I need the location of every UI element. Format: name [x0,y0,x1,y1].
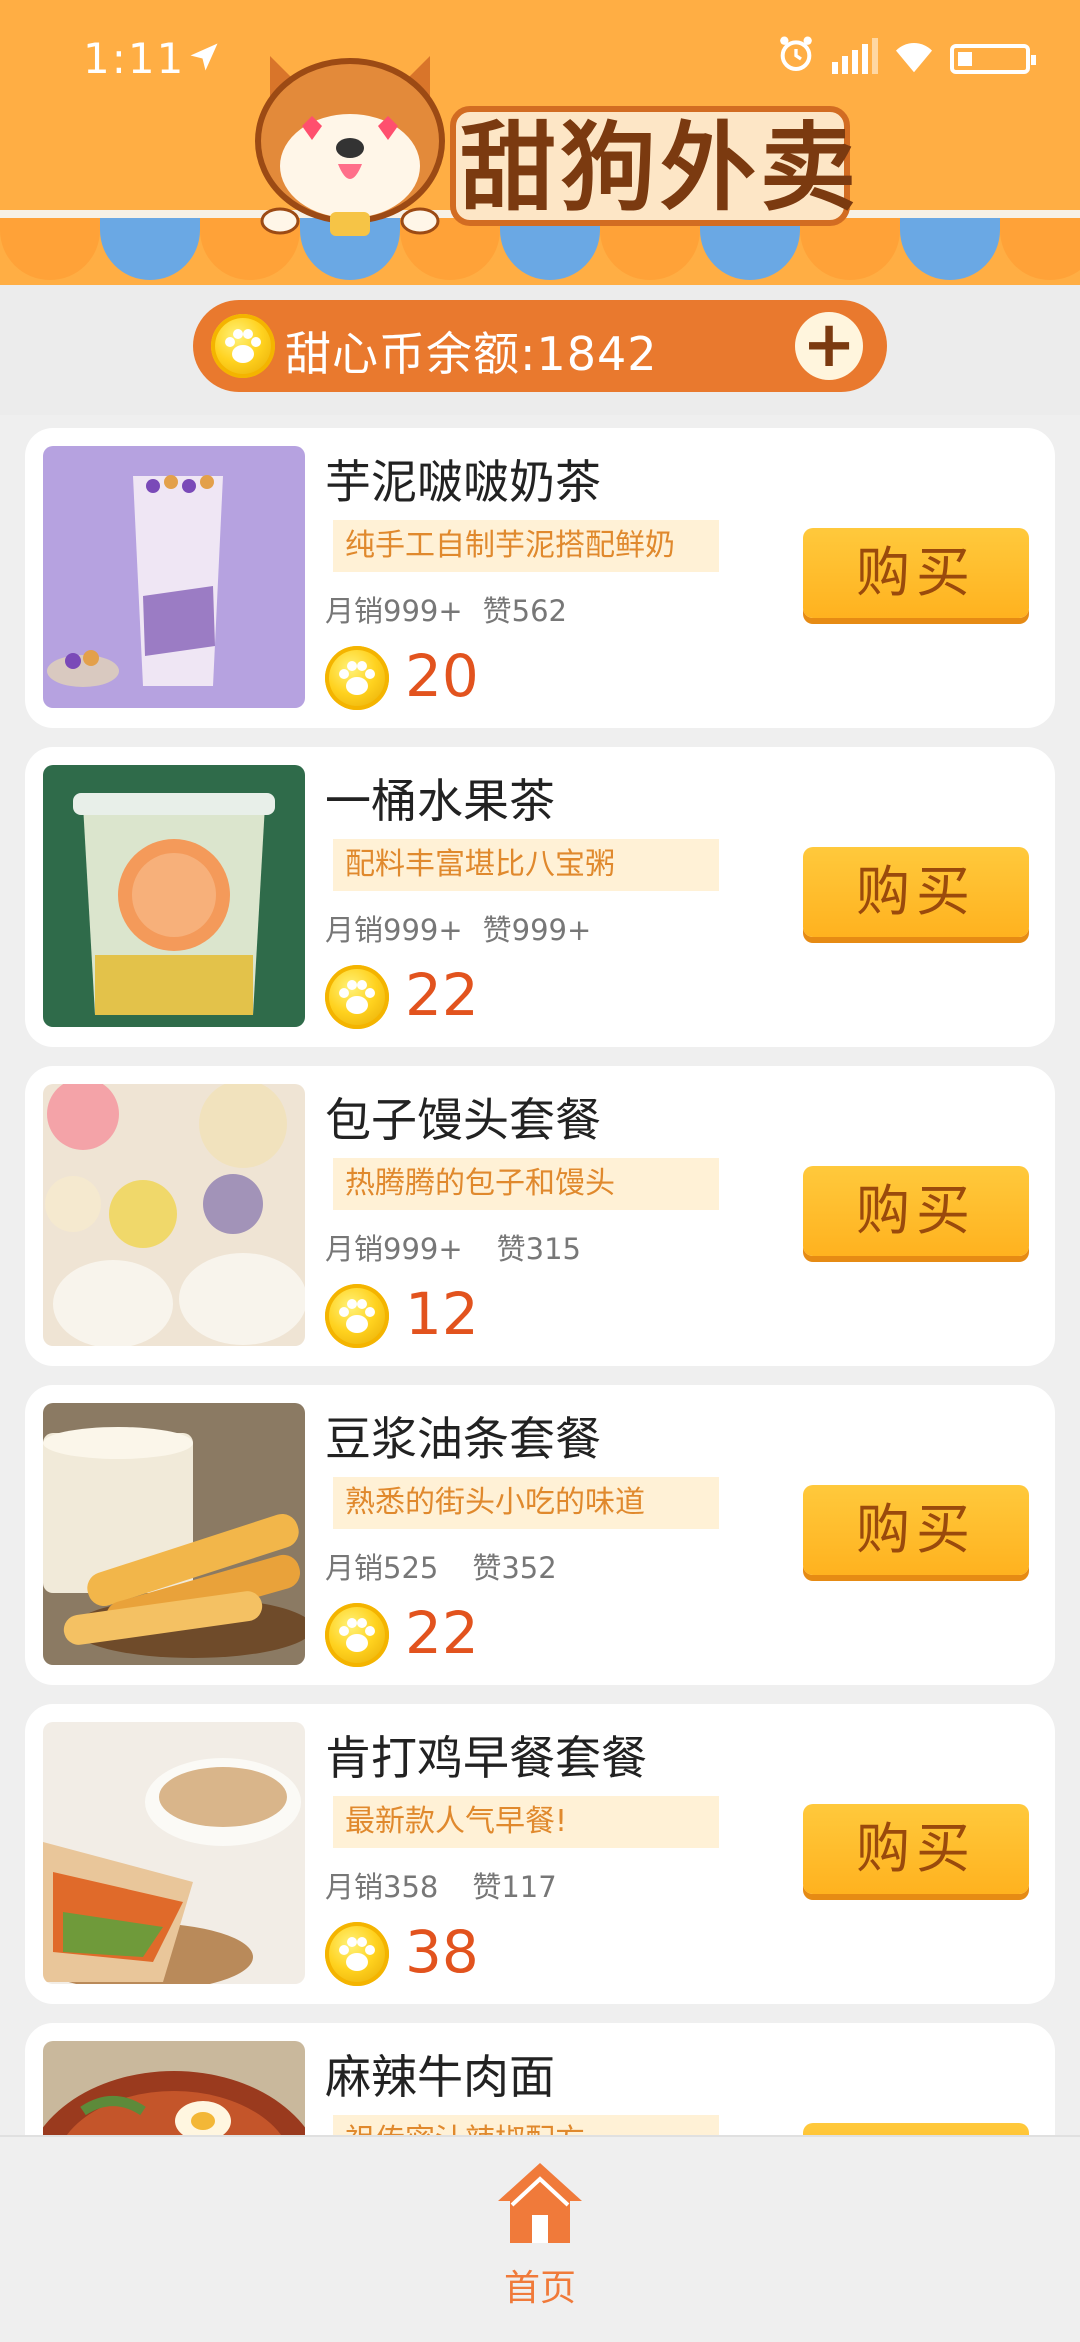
buy-button[interactable]: 购买 [803,1166,1029,1256]
likes-count: 赞999+ [482,913,592,947]
wifi-icon [892,35,936,84]
product-stats: 月销358 赞117 [325,1864,557,1906]
home-icon [498,2163,582,2243]
product-name: 芋泥啵啵奶茶 [325,455,601,509]
product-image [43,1403,305,1665]
app-title: 甜狗外卖 [460,112,860,224]
buy-button[interactable]: 购买 [803,528,1029,618]
plus-icon: + [802,308,856,382]
balance-pill: 甜心币余额:1842 + [193,300,887,392]
paw-coin-icon [211,314,275,378]
product-desc: 最新款人气早餐! [333,1796,719,1848]
tab-home[interactable]: 首页 [490,2155,590,2315]
product-list[interactable]: 芋泥啵啵奶茶 纯手工自制芋泥搭配鲜奶 月销999+ 赞562 20 购买 一桶水果… [0,415,1080,2135]
monthly-sales: 月销999+ [325,913,463,947]
likes-count: 赞315 [496,1232,582,1266]
location-icon [186,36,222,85]
product-price: 12 [405,1280,479,1348]
product-name: 肯打鸡早餐套餐 [325,1731,647,1785]
product-desc: 祖传密汁辣椒配方 [333,2115,719,2135]
product-desc: 热腾腾的包子和馒头 [333,1158,719,1210]
product-card[interactable]: 豆浆油条套餐 熟悉的街头小吃的味道 月销525 赞352 22 购买 [25,1385,1055,1685]
product-image [43,2041,305,2135]
product-name: 一桶水果茶 [325,774,555,828]
buy-button[interactable]: 购买 [803,1804,1029,1894]
product-image [43,1722,305,1984]
add-balance-button[interactable]: + [795,312,863,380]
product-price: 38 [405,1918,479,1986]
status-time: 1:11 [83,34,186,83]
app-logo: 甜狗外卖 [240,28,860,248]
product-image [43,446,305,708]
product-stats: 月销999+ 赞315 [325,1226,581,1268]
likes-count: 赞117 [472,1870,557,1904]
product-stats: 月销525 赞352 [325,1545,557,1587]
product-card[interactable]: 麻辣牛肉面 祖传密汁辣椒配方 购买 [25,2023,1055,2135]
likes-count: 赞562 [482,594,568,628]
product-desc: 熟悉的街头小吃的味道 [333,1477,719,1529]
monthly-sales: 月销525 [325,1551,439,1585]
balance-label: 甜心币余额: [285,327,537,381]
balance-section: 甜心币余额:1842 + [0,285,1080,415]
monthly-sales: 月销358 [325,1870,439,1904]
paw-coin-icon [325,965,389,1029]
product-stats: 月销999+ 赞562 [325,588,567,630]
product-card[interactable]: 一桶水果茶 配料丰富堪比八宝粥 月销999+ 赞999+ 22 购买 [25,747,1055,1047]
product-card[interactable]: 包子馒头套餐 热腾腾的包子和馒头 月销999+ 赞315 12 购买 [25,1066,1055,1366]
product-image [43,1084,305,1346]
monthly-sales: 月销999+ [325,594,463,628]
product-price: 22 [405,1599,479,1667]
shiba-dog-icon [255,56,445,236]
product-stats: 月销999+ 赞999+ [325,907,591,949]
product-price: 22 [405,961,479,1029]
product-image [43,765,305,1027]
balance-text: 甜心币余额:1842 [285,318,658,384]
product-name: 豆浆油条套餐 [325,1412,601,1466]
paw-coin-icon [325,646,389,710]
likes-count: 赞352 [472,1551,557,1585]
bottom-nav: 首页 [0,2135,1080,2342]
app-header: 1:11 甜狗外卖 [0,0,1080,285]
buy-button[interactable]: 购买 [803,1485,1029,1575]
battery-icon [950,44,1036,74]
product-desc: 配料丰富堪比八宝粥 [333,839,719,891]
home-label: 首页 [503,2268,576,2309]
product-desc: 纯手工自制芋泥搭配鲜奶 [333,520,719,572]
monthly-sales: 月销999+ [325,1232,463,1266]
buy-button[interactable]: 购买 [803,847,1029,937]
buy-button[interactable]: 购买 [803,2123,1029,2135]
product-name: 麻辣牛肉面 [325,2050,555,2104]
product-card[interactable]: 芋泥啵啵奶茶 纯手工自制芋泥搭配鲜奶 月销999+ 赞562 20 购买 [25,428,1055,728]
product-card[interactable]: 肯打鸡早餐套餐 最新款人气早餐! 月销358 赞117 38 购买 [25,1704,1055,2004]
paw-coin-icon [325,1603,389,1667]
product-name: 包子馒头套餐 [325,1093,601,1147]
balance-amount: 1842 [536,327,658,381]
product-price: 20 [405,642,479,710]
paw-coin-icon [325,1284,389,1348]
paw-coin-icon [325,1922,389,1986]
